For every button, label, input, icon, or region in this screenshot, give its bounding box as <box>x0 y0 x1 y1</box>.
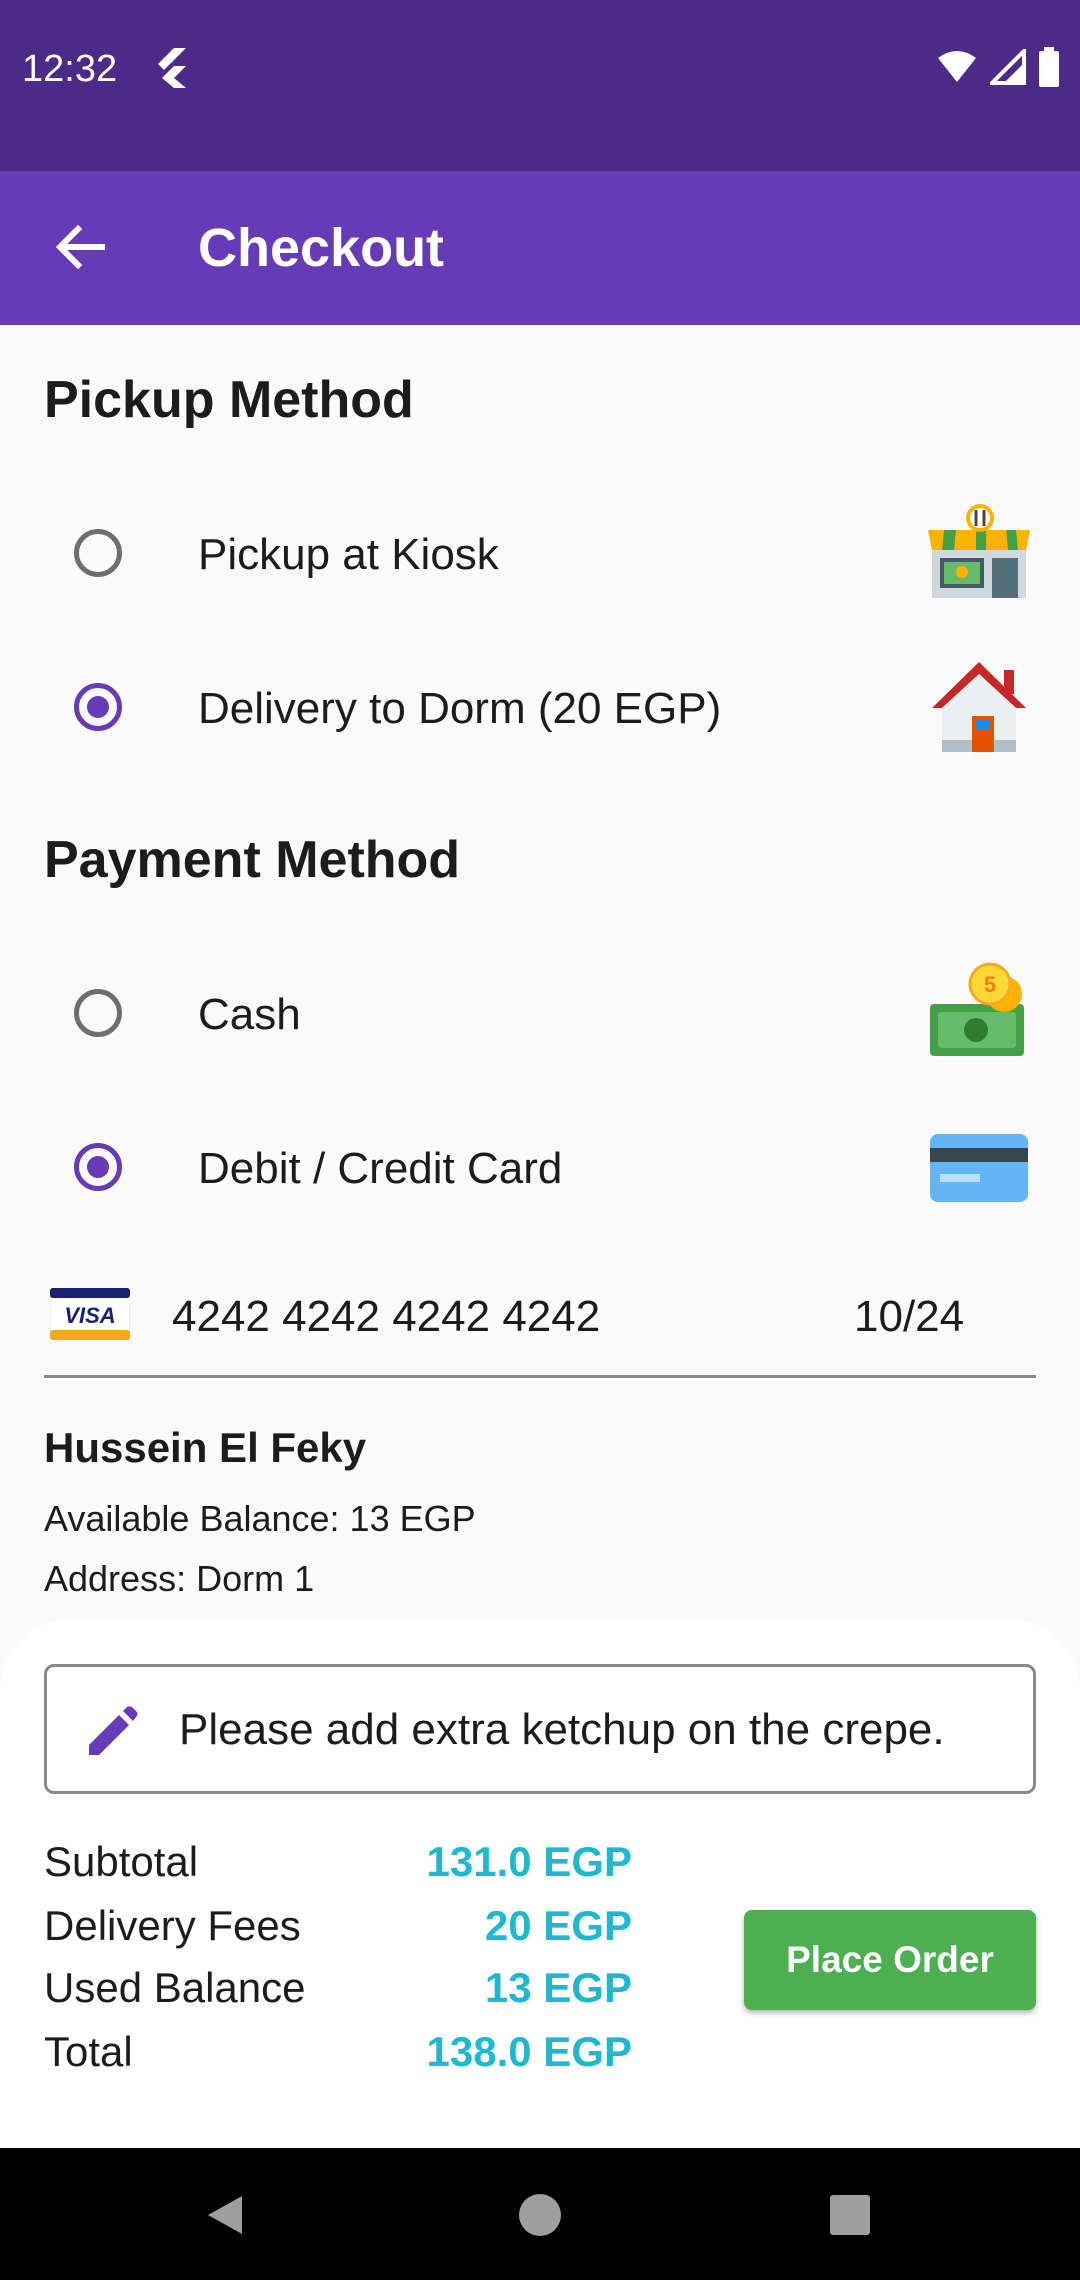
pickup-method-title: Pickup Method <box>44 371 414 429</box>
used-balance-value: 13 EGP <box>484 1964 632 2011</box>
place-order-button[interactable]: Place Order <box>744 1910 1036 2010</box>
delivery-fees-value: 20 EGP <box>484 1902 632 1949</box>
payment-method-title: Payment Method <box>44 831 461 889</box>
home-circle-icon[interactable] <box>515 2190 565 2240</box>
option-cash[interactable]: Cash 5 <box>0 938 1080 1088</box>
cash-money-icon: 5 <box>930 962 1024 1056</box>
user-address: Address: Dorm 1 <box>44 1558 315 1599</box>
total-value: 138.0 EGP <box>426 2028 632 2075</box>
order-summary-sheet: Please add extra ketchup on the crepe. S… <box>0 1620 1080 2148</box>
kiosk-store-icon <box>928 504 1030 598</box>
order-note-text: Please add extra ketchup on the crepe. <box>179 1705 945 1754</box>
order-note-input[interactable]: Please add extra ketchup on the crepe. <box>44 1664 1036 1794</box>
credit-card-icon <box>930 1134 1028 1202</box>
available-balance: Available Balance: 13 EGP <box>44 1498 476 1539</box>
pickup-kiosk-label: Pickup at Kiosk <box>198 530 499 579</box>
recents-square-icon[interactable] <box>825 2190 875 2240</box>
status-icons <box>936 46 1060 88</box>
battery-icon <box>1039 47 1059 87</box>
status-time: 12:32 <box>22 48 118 90</box>
cash-label: Cash <box>198 990 301 1039</box>
flutter-icon <box>158 48 186 88</box>
back-button[interactable] <box>44 211 116 283</box>
subtotal-label: Subtotal <box>44 1838 199 1885</box>
option-card[interactable]: Debit / Credit Card <box>0 1092 1080 1242</box>
status-bar: 12:32 <box>0 0 1080 171</box>
card-expiry: 10/24 <box>854 1292 965 1341</box>
used-balance-label: Used Balance <box>44 1964 306 2011</box>
delivery-dorm-label: Delivery to Dorm (20 EGP) <box>198 684 722 733</box>
arrow-back-icon <box>55 224 105 270</box>
app-bar: Checkout <box>0 171 1080 325</box>
card-details-row[interactable]: VISA 4242 4242 4242 4242 10/24 <box>44 1270 1036 1378</box>
subtotal-value: 131.0 EGP <box>426 1838 632 1885</box>
back-triangle-icon[interactable] <box>200 2190 250 2240</box>
edit-pencil-icon <box>89 1706 138 1755</box>
option-pickup-kiosk[interactable]: Pickup at Kiosk <box>0 478 1080 628</box>
cash-radio[interactable] <box>74 989 122 1037</box>
option-delivery-dorm[interactable]: Delivery to Dorm (20 EGP) <box>0 632 1080 782</box>
house-icon <box>932 662 1026 752</box>
signal-icon <box>990 49 1026 85</box>
wifi-icon <box>938 51 976 82</box>
page-title: Checkout <box>198 218 445 278</box>
pickup-kiosk-radio[interactable] <box>74 529 122 577</box>
delivery-fees-label: Delivery Fees <box>44 1902 301 1949</box>
card-label: Debit / Credit Card <box>198 1144 563 1193</box>
visa-brand-text: VISA <box>64 1303 115 1328</box>
user-name: Hussein El Feky <box>44 1424 367 1471</box>
card-number: 4242 4242 4242 4242 <box>172 1292 601 1341</box>
delivery-dorm-radio[interactable] <box>74 683 122 731</box>
system-nav-bar <box>0 2148 1080 2280</box>
svg-text:5: 5 <box>984 972 996 997</box>
card-radio[interactable] <box>74 1143 122 1191</box>
total-label: Total <box>44 2028 133 2075</box>
visa-logo-icon: VISA <box>50 1288 130 1340</box>
